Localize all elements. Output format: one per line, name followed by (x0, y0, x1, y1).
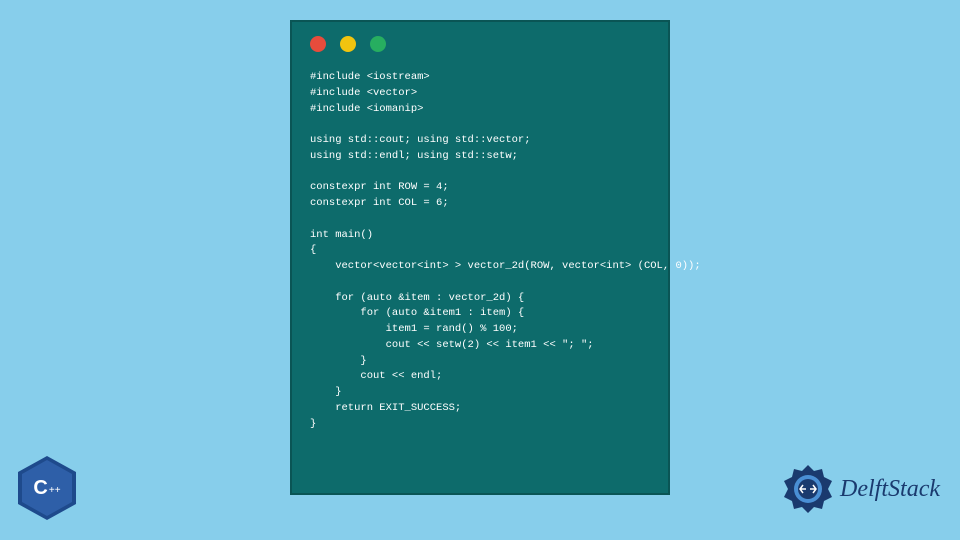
minimize-icon (340, 36, 356, 52)
cpp-letter: C (33, 477, 47, 500)
brand-logo: DelftStack (782, 463, 940, 515)
code-content: #include <iostream> #include <vector> #i… (292, 62, 668, 440)
cpp-logo: C ++ (18, 456, 76, 520)
window-controls (292, 22, 668, 62)
cpp-plus: ++ (49, 485, 61, 496)
gear-icon (782, 463, 834, 515)
maximize-icon (370, 36, 386, 52)
close-icon (310, 36, 326, 52)
code-window: #include <iostream> #include <vector> #i… (290, 20, 670, 495)
brand-name: DelftStack (840, 476, 940, 503)
